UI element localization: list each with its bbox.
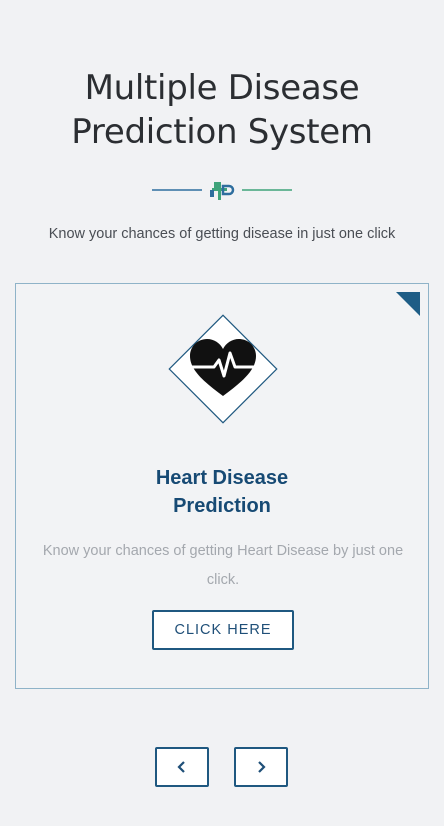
page-subtitle: Know your chances of getting disease in … — [48, 226, 396, 242]
chevron-right-icon — [258, 761, 266, 773]
page-title-line1: Multiple Disease — [84, 68, 360, 108]
title-divider — [152, 178, 292, 204]
click-here-button[interactable]: CLICK HERE — [152, 610, 294, 650]
card-title-line1: Heart Disease — [155, 467, 289, 489]
page-title: Multiple Disease Prediction System — [0, 66, 444, 154]
page-title-line2: Prediction System — [71, 112, 373, 152]
card-title: Heart Disease Prediction — [16, 464, 428, 520]
medical-cross-icon — [210, 182, 235, 200]
prediction-card: Heart Disease Prediction Know your chanc… — [15, 283, 429, 689]
card-title-line2: Prediction — [173, 495, 271, 517]
chevron-left-icon — [177, 761, 185, 773]
carousel-next-button[interactable] — [234, 747, 288, 787]
heart-pulse-icon — [158, 304, 288, 434]
card-description: Know your chances of getting Heart Disea… — [42, 543, 404, 588]
carousel-prev-button[interactable] — [155, 747, 209, 787]
card-corner-marker — [396, 292, 420, 316]
page: Multiple Disease Prediction System Know … — [0, 0, 444, 826]
